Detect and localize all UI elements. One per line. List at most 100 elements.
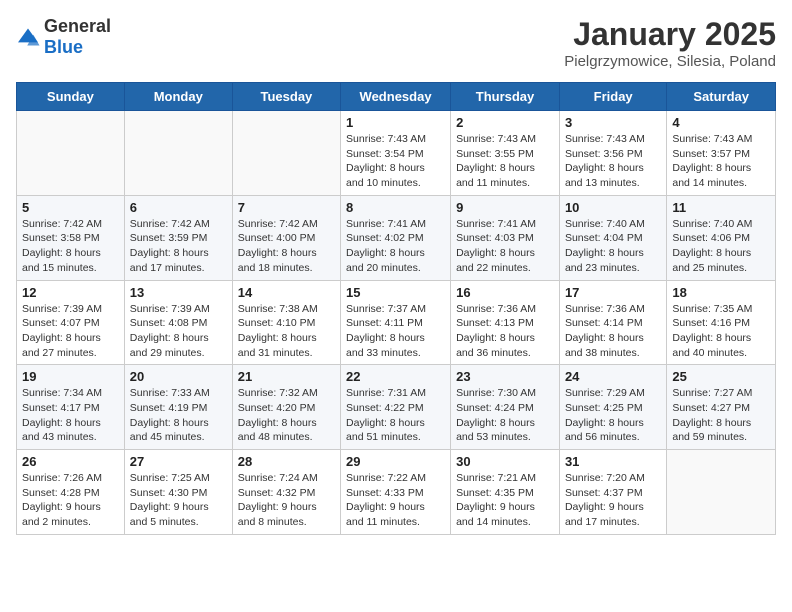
- logo: General Blue: [16, 16, 111, 58]
- calendar-cell: 15Sunrise: 7:37 AM Sunset: 4:11 PM Dayli…: [341, 280, 451, 365]
- day-info: Sunrise: 7:32 AM Sunset: 4:20 PM Dayligh…: [238, 386, 335, 445]
- calendar-week-row: 26 Sunrise: 7:26 AM Sunset: 4:28 PM Dayli…: [17, 450, 776, 535]
- day-info: Sunrise: 7:24 AM Sunset: 4:32 PM Dayligh…: [238, 471, 335, 530]
- calendar-cell: [124, 111, 232, 196]
- day-info: Sunrise: 7:25 AM Sunset: 4:30 PM Dayligh…: [130, 471, 227, 530]
- day-info: Sunrise: 7:43 AM Sunset: 3:57 PM Dayligh…: [672, 132, 770, 191]
- calendar-cell: 18 Sunrise: 7:35 AM Sunset: 4:16 PM Dayli…: [667, 280, 776, 365]
- column-header-thursday: Thursday: [451, 83, 560, 111]
- day-number: 6: [130, 200, 227, 215]
- calendar-cell: 22Sunrise: 7:31 AM Sunset: 4:22 PM Dayli…: [341, 365, 451, 450]
- day-info: Sunrise: 7:30 AM Sunset: 4:24 PM Dayligh…: [456, 386, 554, 445]
- column-header-monday: Monday: [124, 83, 232, 111]
- calendar-table: SundayMondayTuesdayWednesdayThursdayFrid…: [16, 82, 776, 535]
- calendar-cell: 23 Sunrise: 7:30 AM Sunset: 4:24 PM Dayli…: [451, 365, 560, 450]
- day-info: Sunrise: 7:43 AM Sunset: 3:54 PM Dayligh…: [346, 132, 445, 191]
- day-number: 10: [565, 200, 661, 215]
- day-info: Sunrise: 7:43 AM Sunset: 3:56 PM Dayligh…: [565, 132, 661, 191]
- day-info: Sunrise: 7:38 AM Sunset: 4:10 PM Dayligh…: [238, 302, 335, 361]
- calendar-cell: 5 Sunrise: 7:42 AM Sunset: 3:58 PM Daylig…: [17, 195, 125, 280]
- day-info: Sunrise: 7:42 AM Sunset: 4:00 PM Dayligh…: [238, 217, 335, 276]
- day-number: 20: [130, 369, 227, 384]
- calendar-cell: 10Sunrise: 7:40 AM Sunset: 4:04 PM Dayli…: [559, 195, 666, 280]
- day-info: Sunrise: 7:36 AM Sunset: 4:13 PM Dayligh…: [456, 302, 554, 361]
- title-block: January 2025 Pielgrzymowice, Silesia, Po…: [564, 16, 776, 70]
- day-info: Sunrise: 7:22 AM Sunset: 4:33 PM Dayligh…: [346, 471, 445, 530]
- day-info: Sunrise: 7:42 AM Sunset: 3:58 PM Dayligh…: [22, 217, 119, 276]
- calendar-cell: 29 Sunrise: 7:22 AM Sunset: 4:33 PM Dayli…: [341, 450, 451, 535]
- day-number: 25: [672, 369, 770, 384]
- day-number: 26: [22, 454, 119, 469]
- day-number: 4: [672, 115, 770, 130]
- day-number: 3: [565, 115, 661, 130]
- day-info: Sunrise: 7:26 AM Sunset: 4:28 PM Dayligh…: [22, 471, 119, 530]
- calendar-cell: 16 Sunrise: 7:36 AM Sunset: 4:13 PM Dayli…: [451, 280, 560, 365]
- day-info: Sunrise: 7:39 AM Sunset: 4:07 PM Dayligh…: [22, 302, 119, 361]
- calendar-header-row: SundayMondayTuesdayWednesdayThursdayFrid…: [17, 83, 776, 111]
- day-info: Sunrise: 7:29 AM Sunset: 4:25 PM Dayligh…: [565, 386, 661, 445]
- column-header-tuesday: Tuesday: [232, 83, 340, 111]
- day-number: 31: [565, 454, 661, 469]
- day-number: 24: [565, 369, 661, 384]
- day-number: 29: [346, 454, 445, 469]
- calendar-cell: 31 Sunrise: 7:20 AM Sunset: 4:37 PM Dayli…: [559, 450, 666, 535]
- calendar-cell: 24 Sunrise: 7:29 AM Sunset: 4:25 PM Dayli…: [559, 365, 666, 450]
- day-number: 21: [238, 369, 335, 384]
- column-header-sunday: Sunday: [17, 83, 125, 111]
- calendar-cell: 27 Sunrise: 7:25 AM Sunset: 4:30 PM Dayli…: [124, 450, 232, 535]
- day-number: 11: [672, 200, 770, 215]
- day-number: 13: [130, 285, 227, 300]
- calendar-cell: 12Sunrise: 7:39 AM Sunset: 4:07 PM Dayli…: [17, 280, 125, 365]
- calendar-cell: [232, 111, 340, 196]
- calendar-week-row: 19Sunrise: 7:34 AM Sunset: 4:17 PM Dayli…: [17, 365, 776, 450]
- day-info: Sunrise: 7:21 AM Sunset: 4:35 PM Dayligh…: [456, 471, 554, 530]
- calendar-week-row: 12Sunrise: 7:39 AM Sunset: 4:07 PM Dayli…: [17, 280, 776, 365]
- calendar-cell: 20 Sunrise: 7:33 AM Sunset: 4:19 PM Dayli…: [124, 365, 232, 450]
- day-number: 27: [130, 454, 227, 469]
- day-info: Sunrise: 7:35 AM Sunset: 4:16 PM Dayligh…: [672, 302, 770, 361]
- column-header-saturday: Saturday: [667, 83, 776, 111]
- day-info: Sunrise: 7:27 AM Sunset: 4:27 PM Dayligh…: [672, 386, 770, 445]
- calendar-cell: 2Sunrise: 7:43 AM Sunset: 3:55 PM Daylig…: [451, 111, 560, 196]
- logo-text: General Blue: [44, 16, 111, 58]
- calendar-cell: 8 Sunrise: 7:41 AM Sunset: 4:02 PM Daylig…: [341, 195, 451, 280]
- page-header: General Blue January 2025 Pielgrzymowice…: [16, 16, 776, 70]
- day-number: 22: [346, 369, 445, 384]
- day-number: 7: [238, 200, 335, 215]
- day-info: Sunrise: 7:41 AM Sunset: 4:03 PM Dayligh…: [456, 217, 554, 276]
- day-number: 30: [456, 454, 554, 469]
- column-header-wednesday: Wednesday: [341, 83, 451, 111]
- day-info: Sunrise: 7:20 AM Sunset: 4:37 PM Dayligh…: [565, 471, 661, 530]
- calendar-cell: 13 Sunrise: 7:39 AM Sunset: 4:08 PM Dayli…: [124, 280, 232, 365]
- calendar-cell: 6Sunrise: 7:42 AM Sunset: 3:59 PM Daylig…: [124, 195, 232, 280]
- day-number: 9: [456, 200, 554, 215]
- day-number: 17: [565, 285, 661, 300]
- calendar-cell: 25 Sunrise: 7:27 AM Sunset: 4:27 PM Dayli…: [667, 365, 776, 450]
- calendar-cell: [667, 450, 776, 535]
- day-number: 18: [672, 285, 770, 300]
- calendar-cell: 1Sunrise: 7:43 AM Sunset: 3:54 PM Daylig…: [341, 111, 451, 196]
- calendar-cell: 30 Sunrise: 7:21 AM Sunset: 4:35 PM Dayli…: [451, 450, 560, 535]
- calendar-cell: 4 Sunrise: 7:43 AM Sunset: 3:57 PM Daylig…: [667, 111, 776, 196]
- day-number: 16: [456, 285, 554, 300]
- calendar-cell: 11 Sunrise: 7:40 AM Sunset: 4:06 PM Dayli…: [667, 195, 776, 280]
- day-info: Sunrise: 7:39 AM Sunset: 4:08 PM Dayligh…: [130, 302, 227, 361]
- day-number: 15: [346, 285, 445, 300]
- calendar-cell: [17, 111, 125, 196]
- day-info: Sunrise: 7:33 AM Sunset: 4:19 PM Dayligh…: [130, 386, 227, 445]
- day-info: Sunrise: 7:40 AM Sunset: 4:06 PM Dayligh…: [672, 217, 770, 276]
- calendar-cell: 19Sunrise: 7:34 AM Sunset: 4:17 PM Dayli…: [17, 365, 125, 450]
- day-number: 19: [22, 369, 119, 384]
- calendar-week-row: 5 Sunrise: 7:42 AM Sunset: 3:58 PM Daylig…: [17, 195, 776, 280]
- column-header-friday: Friday: [559, 83, 666, 111]
- day-number: 5: [22, 200, 119, 215]
- calendar-cell: 26 Sunrise: 7:26 AM Sunset: 4:28 PM Dayli…: [17, 450, 125, 535]
- calendar-cell: 21 Sunrise: 7:32 AM Sunset: 4:20 PM Dayli…: [232, 365, 340, 450]
- day-number: 8: [346, 200, 445, 215]
- day-info: Sunrise: 7:41 AM Sunset: 4:02 PM Dayligh…: [346, 217, 445, 276]
- calendar-cell: 7 Sunrise: 7:42 AM Sunset: 4:00 PM Daylig…: [232, 195, 340, 280]
- calendar-title: January 2025: [564, 16, 776, 53]
- day-number: 23: [456, 369, 554, 384]
- day-number: 14: [238, 285, 335, 300]
- calendar-subtitle: Pielgrzymowice, Silesia, Poland: [564, 53, 776, 70]
